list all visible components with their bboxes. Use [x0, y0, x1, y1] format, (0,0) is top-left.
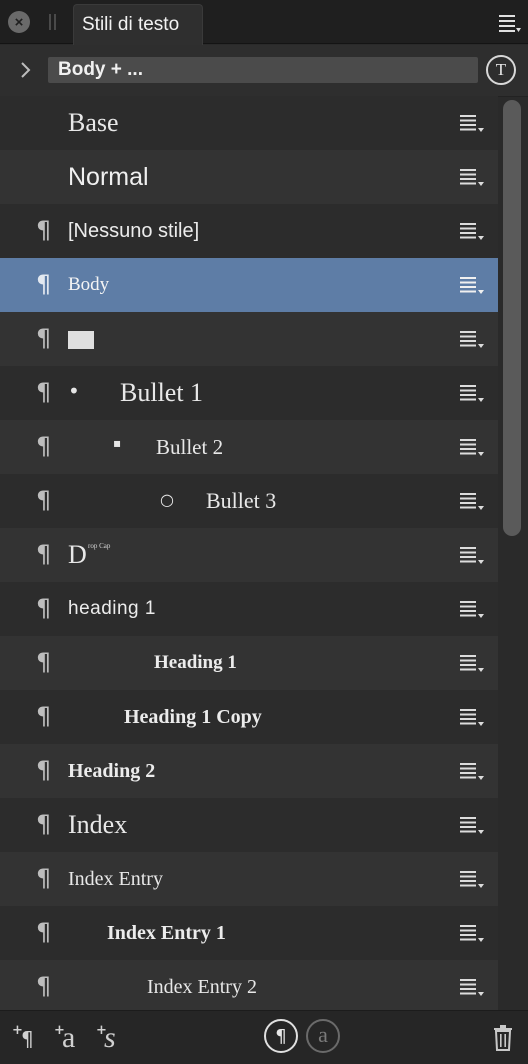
paragraph-icon: ¶ — [36, 216, 52, 244]
chevron-right-icon[interactable] — [18, 60, 34, 80]
style-label: Heading 1 Copy — [124, 705, 262, 728]
style-row-index[interactable]: ¶ Index — [0, 798, 498, 852]
bullet-marker: • — [68, 379, 80, 403]
paragraph-icon: ¶ — [36, 378, 52, 406]
paragraph-icon: ¶ — [36, 756, 52, 784]
add-style-group-button[interactable]: + s — [96, 1021, 126, 1055]
style-row-bullet-1[interactable]: ¶ • Bullet 1 — [0, 366, 498, 420]
style-menu-icon[interactable] — [458, 653, 488, 673]
tab-text-styles[interactable]: Stili di testo — [73, 4, 203, 45]
style-row-bullet-2[interactable]: ¶ ▪ Bullet 2 — [0, 420, 498, 474]
paragraph-icon: ¶ — [36, 972, 52, 1000]
style-row-index-entry-2[interactable]: ¶ Index Entry 2 — [0, 960, 498, 1010]
style-group-icon: s — [104, 1021, 116, 1054]
style-menu-icon[interactable] — [458, 491, 488, 511]
style-row-no-style[interactable]: ¶ [Nessuno stile] — [0, 204, 498, 258]
style-menu-icon[interactable] — [458, 167, 488, 187]
style-label: Index Entry 2 — [147, 975, 257, 998]
style-menu-icon[interactable] — [458, 221, 488, 241]
style-menu-icon[interactable] — [458, 599, 488, 619]
trash-icon[interactable] — [492, 1025, 514, 1051]
style-label: Index Entry — [68, 867, 163, 890]
paragraph-icon: ¶ — [36, 864, 52, 892]
style-menu-icon[interactable] — [458, 815, 488, 835]
style-menu-icon[interactable] — [458, 383, 488, 403]
style-label: Index — [68, 810, 128, 839]
paragraph-icon: ¶ — [36, 810, 52, 838]
style-label: Base — [68, 108, 119, 137]
style-label: Heading 2 — [68, 759, 156, 782]
scrollbar-thumb[interactable] — [503, 100, 521, 536]
style-menu-icon[interactable] — [458, 329, 488, 349]
style-label: Bullet 1 — [120, 378, 204, 407]
character-style-icon: a — [318, 1021, 328, 1047]
paragraph-icon: ¶ — [36, 540, 52, 568]
style-row-body[interactable]: ¶ Body — [0, 258, 498, 312]
style-menu-icon[interactable] — [458, 977, 488, 997]
text-style-icon[interactable]: T — [486, 55, 516, 85]
style-row-heading-1-lower[interactable]: ¶ heading 1 — [0, 582, 498, 636]
paragraph-icon: ¶ — [36, 702, 52, 730]
style-menu-icon[interactable] — [458, 869, 488, 889]
style-label: Heading 1 — [154, 652, 237, 673]
style-row-heading-1[interactable]: ¶ Heading 1 — [0, 636, 498, 690]
paragraph-icon: ¶ — [36, 594, 52, 622]
paragraph-icon: ¶ — [36, 270, 52, 298]
style-menu-icon[interactable] — [458, 761, 488, 781]
style-list: Base Normal ¶ [Nessuno stile] ¶ Body ¶ ¶… — [0, 96, 498, 1010]
style-label: D — [68, 540, 87, 569]
paragraph-icon: ¶ — [36, 486, 52, 514]
style-label: heading 1 — [68, 598, 156, 619]
paragraph-icon: ¶ — [21, 1027, 34, 1051]
style-row-bullet-3[interactable]: ¶ ○ Bullet 3 — [0, 474, 498, 528]
style-menu-icon[interactable] — [458, 437, 488, 457]
style-label: Normal — [68, 162, 149, 191]
add-paragraph-style-button[interactable]: + ¶ — [12, 1021, 42, 1055]
paragraph-icon: ¶ — [36, 918, 52, 946]
style-row-base[interactable]: Base — [0, 96, 498, 150]
close-icon[interactable]: × — [8, 11, 30, 33]
style-header: Body + ... T — [0, 45, 528, 97]
current-style-field[interactable]: Body + ... — [48, 57, 478, 83]
style-label: Bullet 3 — [206, 488, 277, 513]
style-row-heading-2[interactable]: ¶ Heading 2 — [0, 744, 498, 798]
character-style-icon: a — [62, 1021, 76, 1054]
style-row-drop-cap[interactable]: ¶ D rop Cap — [0, 528, 498, 582]
paragraph-icon: ¶ — [36, 648, 52, 676]
paragraph-icon: ¶ — [36, 324, 52, 352]
style-menu-icon[interactable] — [458, 707, 488, 727]
style-row-normal[interactable]: Normal — [0, 150, 498, 204]
bullet-marker: ▪ — [113, 436, 122, 450]
panel-menu-icon[interactable] — [498, 12, 522, 34]
style-label: [Nessuno stile] — [68, 219, 200, 242]
panel-footer: + ¶ + a + s ¶ a — [0, 1010, 528, 1064]
style-row-index-entry[interactable]: ¶ Index Entry — [0, 852, 498, 906]
character-filter-button[interactable]: a — [306, 1019, 340, 1053]
paragraph-icon: ¶ — [36, 432, 52, 460]
style-preview-swatch — [68, 331, 94, 349]
style-label: Bullet 2 — [156, 434, 224, 459]
style-menu-icon[interactable] — [458, 923, 488, 943]
style-row-index-entry-1[interactable]: ¶ Index Entry 1 — [0, 906, 498, 960]
bullet-marker: ○ — [160, 490, 174, 509]
drag-grip-icon[interactable] — [49, 14, 57, 30]
current-style-label: Body + ... — [58, 59, 143, 80]
paragraph-icon: ¶ — [275, 1025, 287, 1047]
style-menu-icon[interactable] — [458, 545, 488, 565]
style-menu-icon[interactable] — [458, 275, 488, 295]
style-label: Body — [68, 274, 110, 295]
style-row-heading-1-copy[interactable]: ¶ Heading 1 Copy — [0, 690, 498, 744]
style-row-swatch[interactable]: ¶ — [0, 312, 498, 366]
tab-title: Stili di testo — [82, 14, 180, 35]
drop-cap-suffix: rop Cap — [88, 542, 111, 550]
panel-tabbar: × Stili di testo — [0, 0, 528, 45]
add-character-style-button[interactable]: + a — [54, 1021, 84, 1055]
style-menu-icon[interactable] — [458, 113, 488, 133]
style-label: Index Entry 1 — [107, 921, 226, 944]
paragraph-filter-button[interactable]: ¶ — [264, 1019, 298, 1053]
